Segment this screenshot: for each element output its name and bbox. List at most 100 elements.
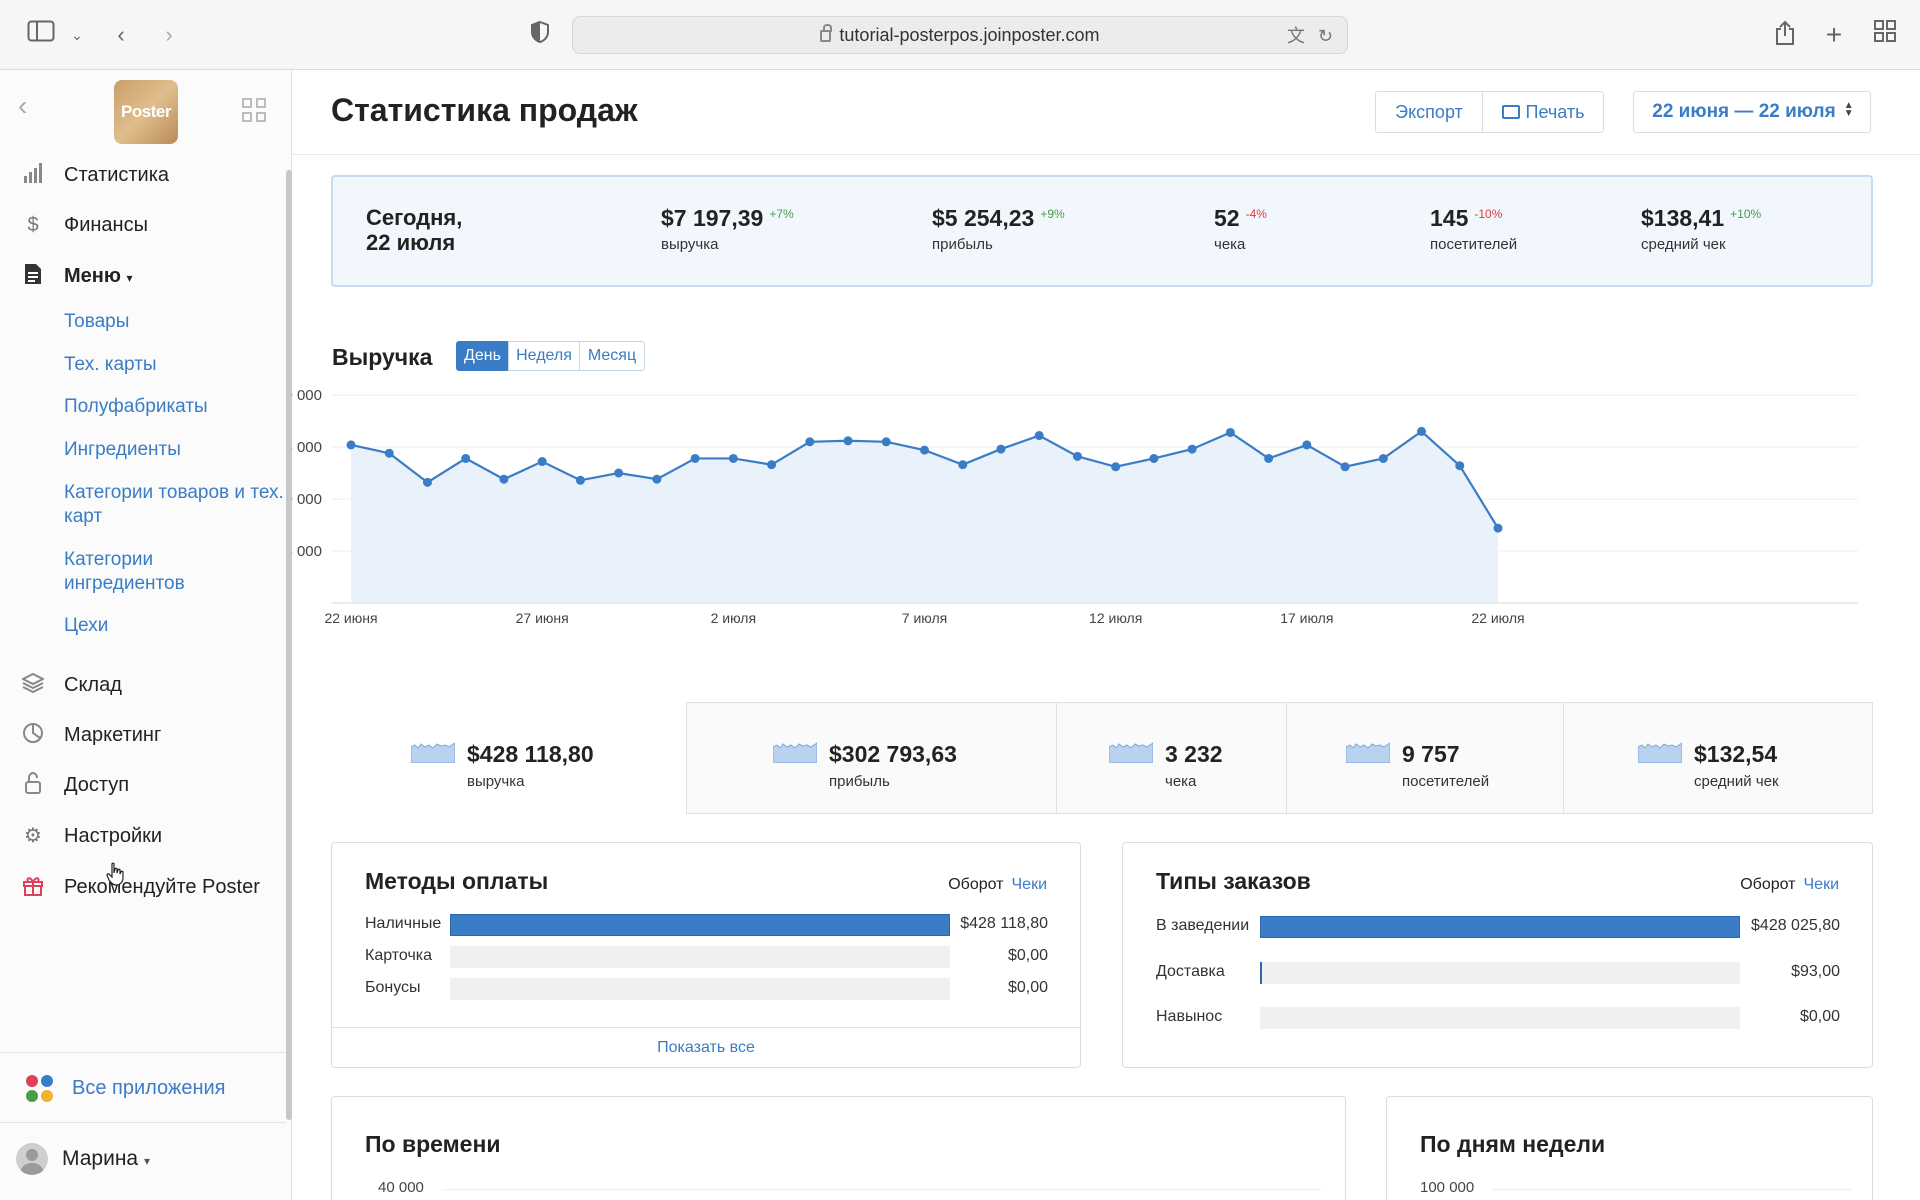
revenue-point — [1187, 444, 1197, 454]
sidebar-item-warehouse[interactable]: Склад — [0, 668, 286, 702]
export-button[interactable]: Экспорт — [1375, 91, 1483, 133]
tab-week[interactable]: Неделя — [508, 341, 580, 371]
revenue-point — [1149, 453, 1159, 463]
tab-turnover[interactable]: Оборот — [948, 876, 1003, 893]
apps-grid-icon[interactable] — [242, 98, 268, 124]
browser-toolbar: ⌄ ‹ › tutorial-posterpos.joinposter.com … — [0, 0, 1920, 70]
revenue-point — [1340, 462, 1350, 472]
submenu-products[interactable]: Товары — [64, 310, 284, 334]
total-profit[interactable]: $302 793,63 прибыль — [686, 702, 1057, 814]
sidebar-item-label: Настройки — [64, 825, 163, 847]
x-tick-label: 22 июля — [1471, 610, 1524, 626]
print-label: Печать — [1525, 102, 1585, 122]
sidebar-toggle-icon[interactable] — [26, 20, 56, 50]
back-icon[interactable]: ‹ — [106, 20, 136, 50]
collapse-sidebar-icon[interactable]: ‹ — [18, 92, 27, 120]
total-revenue[interactable]: $428 118,80 выручка — [331, 702, 687, 814]
kpi-checks: 52 -4% чека — [1214, 205, 1267, 253]
x-tick-label: 7 июля — [902, 610, 947, 626]
y-tick-label: 5 000 — [292, 543, 322, 560]
kpi-label: прибыль — [932, 236, 993, 253]
x-tick-label: 12 июля — [1089, 610, 1142, 626]
revenue-point — [881, 437, 891, 447]
sidebar-item-marketing[interactable]: Маркетинг — [0, 718, 286, 752]
reload-icon[interactable]: ↻ — [1318, 21, 1333, 51]
period-totals: $428 118,80 выручка $302 793,63 прибыль … — [331, 702, 1873, 814]
total-average-check[interactable]: $132,54 средний чек — [1563, 702, 1873, 814]
sidebar-item-finance[interactable]: $ Финансы — [0, 208, 286, 242]
gift-icon — [22, 874, 44, 900]
revenue-point — [1417, 426, 1427, 436]
sidebar-item-recommend[interactable]: Рекомендуйте Poster — [0, 870, 286, 904]
payment-row-cash: Наличные $428 118,80 — [365, 913, 1113, 936]
tab-day[interactable]: День — [456, 341, 509, 371]
sidebar-item-menu[interactable]: Меню ▾ — [0, 259, 286, 293]
tab-month[interactable]: Месяц — [579, 341, 645, 371]
kpi-label: посетителей — [1430, 236, 1518, 253]
user-name: Марина — [62, 1147, 139, 1170]
revenue-point — [805, 437, 815, 447]
total-visitors[interactable]: 9 757 посетителей — [1286, 702, 1564, 814]
share-icon[interactable] — [1770, 20, 1800, 50]
x-tick-label: 22 июня — [324, 610, 377, 626]
row-bar — [1260, 962, 1262, 984]
total-value: 9 757 — [1402, 741, 1460, 767]
date-range-picker[interactable]: 22 июня — 22 июля ▲ ▼ — [1633, 91, 1871, 133]
all-apps-link[interactable]: Все приложения — [0, 1052, 286, 1122]
print-button[interactable]: Печать — [1482, 91, 1604, 133]
revenue-point — [1034, 431, 1044, 441]
poster-logo[interactable]: Poster — [114, 80, 178, 144]
sidebar-item-label: Маркетинг — [64, 724, 162, 746]
payment-row-card: Карточка $0,00 — [365, 945, 1113, 968]
tab-checks[interactable]: Чеки — [1804, 876, 1840, 893]
new-tab-icon[interactable]: + — [1819, 20, 1849, 50]
submenu-ingredient-categories[interactable]: Категории ингредиентов — [64, 548, 224, 596]
sparkline-icon — [1346, 742, 1390, 763]
row-value: $0,00 — [1799, 1008, 1840, 1025]
revenue-area — [351, 431, 1498, 603]
card-title: По времени — [365, 1131, 501, 1157]
user-menu[interactable]: Марина ▾ — [0, 1122, 286, 1200]
card-title: По дням недели — [1420, 1131, 1606, 1157]
total-label: прибыль — [829, 773, 890, 790]
kpi-label: чека — [1214, 236, 1246, 253]
pie-icon — [22, 722, 44, 748]
revenue-point — [422, 477, 432, 487]
submenu-product-categories[interactable]: Категории товаров и тех. карт — [64, 481, 284, 529]
submenu-semi-finished[interactable]: Полуфабрикаты — [64, 395, 284, 419]
translate-icon[interactable]: 文 — [1287, 21, 1305, 51]
sparkline-icon — [773, 742, 817, 763]
shield-icon[interactable] — [525, 20, 555, 50]
header-divider — [292, 154, 1920, 155]
address-bar[interactable]: tutorial-posterpos.joinposter.com 文 ↻ — [572, 16, 1348, 54]
printer-icon — [1501, 105, 1520, 119]
revenue-point — [1302, 440, 1312, 450]
sidebar-item-settings[interactable]: ⚙ Настройки — [0, 819, 286, 853]
axis-tick: 40 000 — [378, 1179, 424, 1196]
sidebar-item-access[interactable]: Доступ — [0, 768, 286, 802]
y-tick-label: 10 000 — [292, 491, 322, 508]
sidebar-item-label: Доступ — [64, 774, 130, 796]
revenue-point — [537, 457, 547, 467]
submenu-ingredients[interactable]: Ингредиенты — [64, 438, 284, 462]
chevron-down-icon[interactable]: ⌄ — [62, 20, 92, 50]
submenu-tech-cards[interactable]: Тех. карты — [64, 353, 284, 377]
page-title: Статистика продаж — [331, 92, 638, 128]
revenue-chart-title: Выручка — [332, 344, 433, 370]
all-apps-label: Все приложения — [72, 1077, 226, 1099]
total-checks[interactable]: 3 232 чека — [1056, 702, 1287, 814]
sidebar-item-label: Финансы — [64, 214, 148, 236]
sidebar-item-label: Склад — [64, 674, 122, 696]
show-all-link[interactable]: Показать все — [332, 1027, 1080, 1067]
row-name: Карточка — [365, 947, 433, 964]
total-value: $428 118,80 — [467, 741, 594, 767]
tab-checks[interactable]: Чеки — [1012, 876, 1048, 893]
tab-overview-icon[interactable] — [1870, 20, 1900, 50]
revenue-point — [920, 445, 929, 455]
total-value: $302 793,63 — [829, 741, 957, 767]
row-name: Доставка — [1156, 963, 1225, 980]
sidebar-item-statistics[interactable]: Статистика — [0, 158, 286, 192]
tab-turnover[interactable]: Оборот — [1740, 876, 1795, 893]
submenu-workshops[interactable]: Цехи — [64, 614, 284, 638]
forward-icon[interactable]: › — [154, 20, 184, 50]
